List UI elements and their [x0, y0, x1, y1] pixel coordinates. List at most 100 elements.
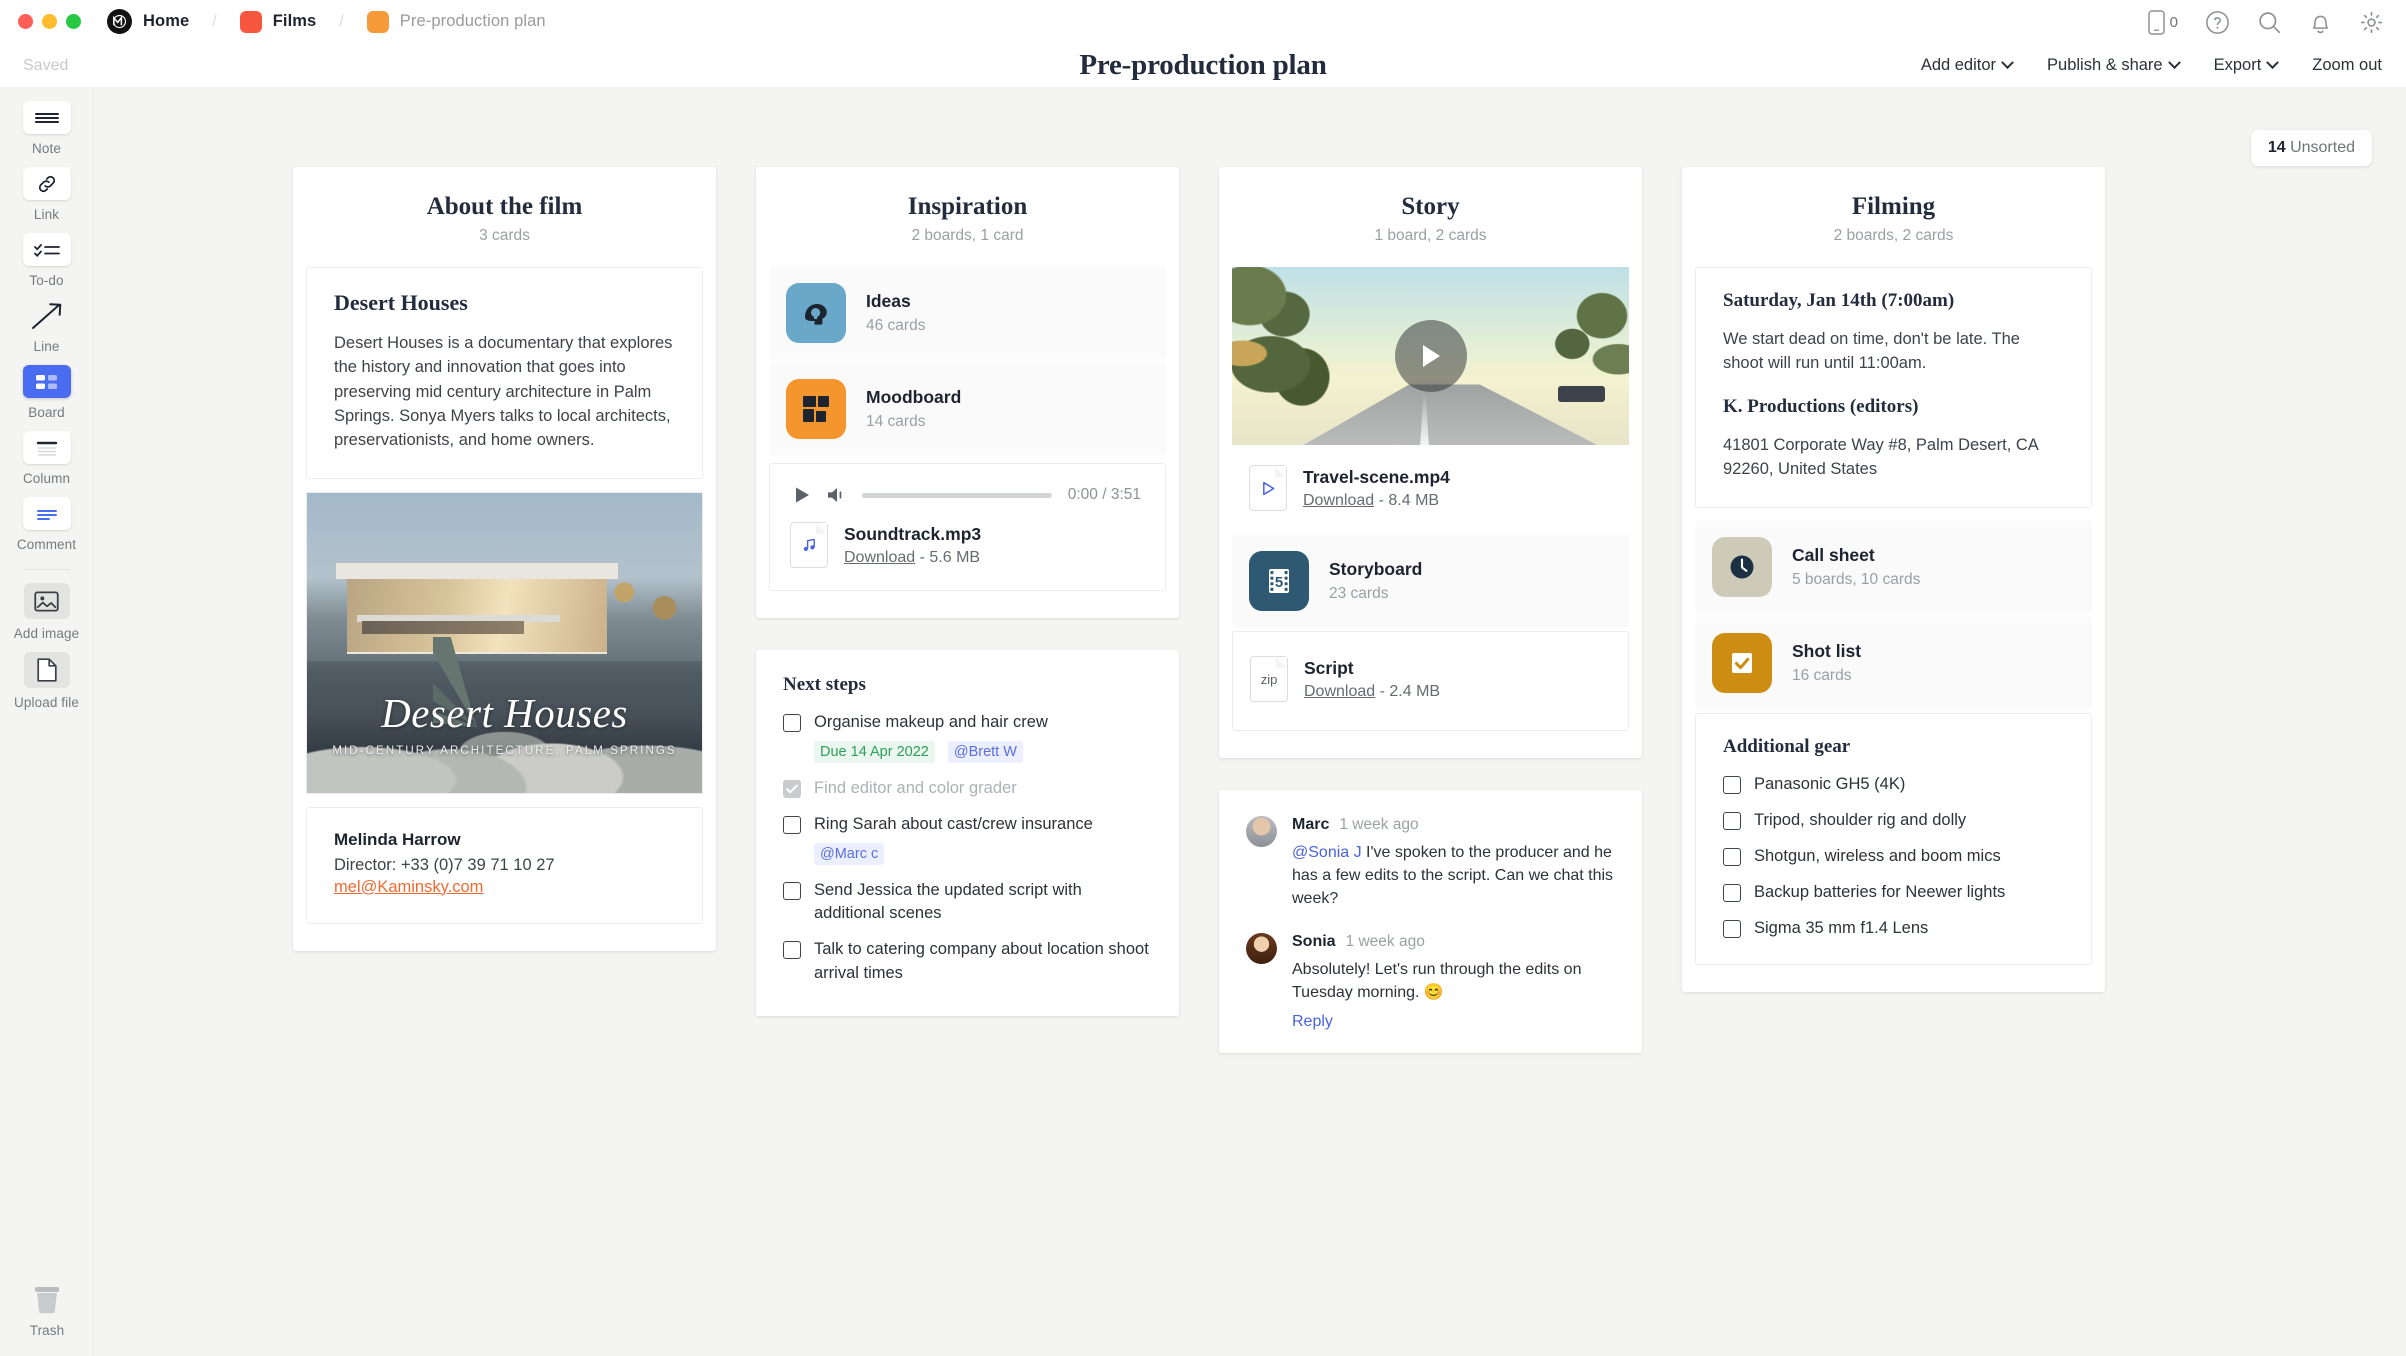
todo-item[interactable]: Find editor and color grader [783, 777, 1152, 800]
unsorted-badge[interactable]: 14 Unsorted [2251, 130, 2372, 166]
milanote-logo-icon[interactable] [107, 9, 132, 34]
sidebar-tool-todo[interactable]: To-do [0, 233, 94, 288]
gear-item[interactable]: Tripod, shoulder rig and dolly [1723, 809, 2064, 832]
gear-item[interactable]: Backup batteries for Neewer lights [1723, 881, 2064, 904]
zoom-out-button[interactable]: Zoom out [2312, 56, 2382, 75]
sidebar-tool-board[interactable]: Board [0, 365, 94, 420]
script-file-card[interactable]: zip Script Download - 2.4 MB [1232, 631, 1629, 731]
export-label: Export [2214, 56, 2262, 75]
gear-checkbox[interactable] [1723, 848, 1741, 866]
audio-card-soundtrack[interactable]: 0:00 / 3:51 Soundtrack.mp3 Download - 5.… [769, 463, 1166, 591]
due-date-tag[interactable]: Due 14 Apr 2022 [814, 741, 935, 763]
minimize-window-button[interactable] [42, 14, 57, 29]
board-row-ideas[interactable]: Ideas 46 cards [769, 267, 1166, 359]
note-body: Desert Houses is a documentary that expl… [334, 331, 675, 452]
gear-checkbox[interactable] [1723, 920, 1741, 938]
column-card[interactable]: Inspiration 2 boards, 1 card Ideas 46 ca… [756, 167, 1179, 618]
sidebar-tool-comment[interactable]: Comment [0, 497, 94, 552]
video-file-row[interactable]: Travel-scene.mp4 Download - 8.4 MB [1249, 465, 1612, 511]
breadcrumb-item-current[interactable]: Pre-production plan [400, 12, 546, 31]
mention-tag[interactable]: @Brett W [948, 741, 1023, 763]
sidebar-trash[interactable]: Trash [0, 1283, 94, 1338]
gear-checkbox[interactable] [1723, 812, 1741, 830]
window-controls[interactable] [18, 14, 81, 29]
todo-card-gear[interactable]: Additional gear Panasonic GH5 (4K) Tripo… [1695, 713, 2092, 965]
todo-label: Find editor and color grader [814, 777, 1017, 800]
todo-checkbox[interactable] [783, 941, 801, 959]
search-icon[interactable] [2257, 10, 2282, 35]
video-thumbnail[interactable] [1232, 267, 1629, 445]
column-card[interactable]: About the film 3 cards Desert Houses Des… [293, 167, 716, 951]
note-card-schedule[interactable]: Saturday, Jan 14th (7:00am) We start dea… [1695, 267, 2092, 508]
note-card-contact[interactable]: Melinda Harrow Director: +33 (0)7 39 71 … [306, 807, 703, 923]
todo-checkbox[interactable] [783, 882, 801, 900]
settings-gear-icon[interactable] [2359, 10, 2384, 35]
sidebar-tool-line[interactable]: Line [0, 299, 94, 354]
gear-item[interactable]: Sigma 35 mm f1.4 Lens [1723, 917, 2064, 940]
publish-share-button[interactable]: Publish & share [2047, 56, 2179, 75]
board-canvas[interactable]: 14 Unsorted About the film 3 cards Deser… [94, 87, 2406, 1356]
sidebar-trash-label: Trash [30, 1323, 65, 1338]
todo-label: Send Jessica the updated script with add… [814, 879, 1152, 925]
column-card[interactable]: Filming 2 boards, 2 cards Saturday, Jan … [1682, 167, 2105, 992]
sidebar-tool-note[interactable]: Note [0, 101, 94, 156]
board-row-call-sheet[interactable]: Call sheet 5 boards, 10 cards [1695, 521, 2092, 613]
gear-item[interactable]: Shotgun, wireless and boom mics [1723, 845, 2064, 868]
download-link[interactable]: Download [1303, 492, 1374, 509]
contact-email-link[interactable]: mel@Kaminsky.com [334, 878, 483, 896]
add-editor-button[interactable]: Add editor [1921, 56, 2012, 75]
sidebar-tool-upload-file[interactable]: Upload file [0, 652, 94, 710]
download-link[interactable]: Download [1304, 683, 1375, 700]
play-button[interactable] [1395, 320, 1467, 392]
image-card-desert-houses[interactable]: Desert Houses MID-CENTURY ARCHITECTURE, … [306, 492, 703, 794]
mobile-preview-button[interactable]: 0 [2148, 10, 2178, 35]
sidebar-tool-column[interactable]: Column [0, 431, 94, 486]
mention-link[interactable]: @Sonia J [1292, 844, 1362, 861]
help-icon[interactable] [2205, 10, 2230, 35]
export-button[interactable]: Export [2214, 56, 2278, 75]
board-row-storyboard[interactable]: 5 Storyboard 23 cards [1232, 535, 1629, 627]
audio-progress-track[interactable] [862, 493, 1052, 498]
comment-header: Marc 1 week ago [1292, 816, 1615, 834]
comment-text: Absolutely! Let's run through the edits … [1292, 958, 1615, 1004]
sidebar-tool-link[interactable]: Link [0, 167, 94, 222]
todo-checkbox[interactable] [783, 714, 801, 732]
todo-item[interactable]: Talk to catering company about location … [783, 938, 1152, 984]
todo-checkbox[interactable] [783, 816, 801, 834]
note-card-desert-houses[interactable]: Desert Houses Desert Houses is a documen… [306, 267, 703, 479]
todo-item[interactable]: Send Jessica the updated script with add… [783, 879, 1152, 925]
todo-label: Organise makeup and hair crew [814, 711, 1048, 734]
board-row-shot-list[interactable]: Shot list 16 cards [1695, 617, 2092, 709]
play-icon [794, 486, 811, 504]
audio-player[interactable]: 0:00 / 3:51 [790, 482, 1145, 522]
mention-tag[interactable]: @Marc c [814, 843, 884, 865]
reply-link[interactable]: Reply [1292, 1013, 1615, 1031]
gear-item[interactable]: Panasonic GH5 (4K) [1723, 773, 2064, 796]
board-row-moodboard[interactable]: Moodboard 14 cards [769, 363, 1166, 455]
column-card[interactable]: Story 1 board, 2 cards [1219, 167, 1642, 758]
script-file-row[interactable]: zip Script Download - 2.4 MB [1250, 656, 1611, 702]
sidebar-tool-add-image[interactable]: Add image [0, 583, 94, 641]
note-heading: Desert Houses [334, 290, 675, 316]
gear-checkbox[interactable] [1723, 776, 1741, 794]
todo-item[interactable]: Ring Sarah about cast/crew insurance [783, 813, 1152, 836]
close-window-button[interactable] [18, 14, 33, 29]
board-count: 46 cards [866, 317, 925, 335]
zip-file-icon: zip [1250, 656, 1288, 702]
gear-heading: Additional gear [1723, 736, 2064, 758]
todo-checkbox[interactable] [783, 780, 801, 798]
todo-card-next-steps[interactable]: Next steps Organise makeup and hair crew… [756, 650, 1179, 1016]
breadcrumb-item-home[interactable]: Home [143, 12, 189, 31]
comment-card[interactable]: Marc 1 week ago @Sonia J I've spoken to … [1219, 790, 1642, 1053]
todo-item[interactable]: Organise makeup and hair crew [783, 711, 1152, 734]
image-title: Desert Houses [307, 689, 702, 737]
download-link[interactable]: Download [844, 549, 915, 566]
video-file-card[interactable]: Travel-scene.mp4 Download - 8.4 MB [1232, 445, 1629, 535]
breadcrumb-item-films[interactable]: Films [273, 12, 317, 31]
column-subtitle: 3 cards [311, 227, 698, 245]
audio-file-row[interactable]: Soundtrack.mp3 Download - 5.6 MB [790, 522, 1145, 568]
comment-header: Sonia 1 week ago [1292, 933, 1615, 951]
gear-checkbox[interactable] [1723, 884, 1741, 902]
notifications-bell-icon[interactable] [2309, 10, 2332, 35]
maximize-window-button[interactable] [66, 14, 81, 29]
